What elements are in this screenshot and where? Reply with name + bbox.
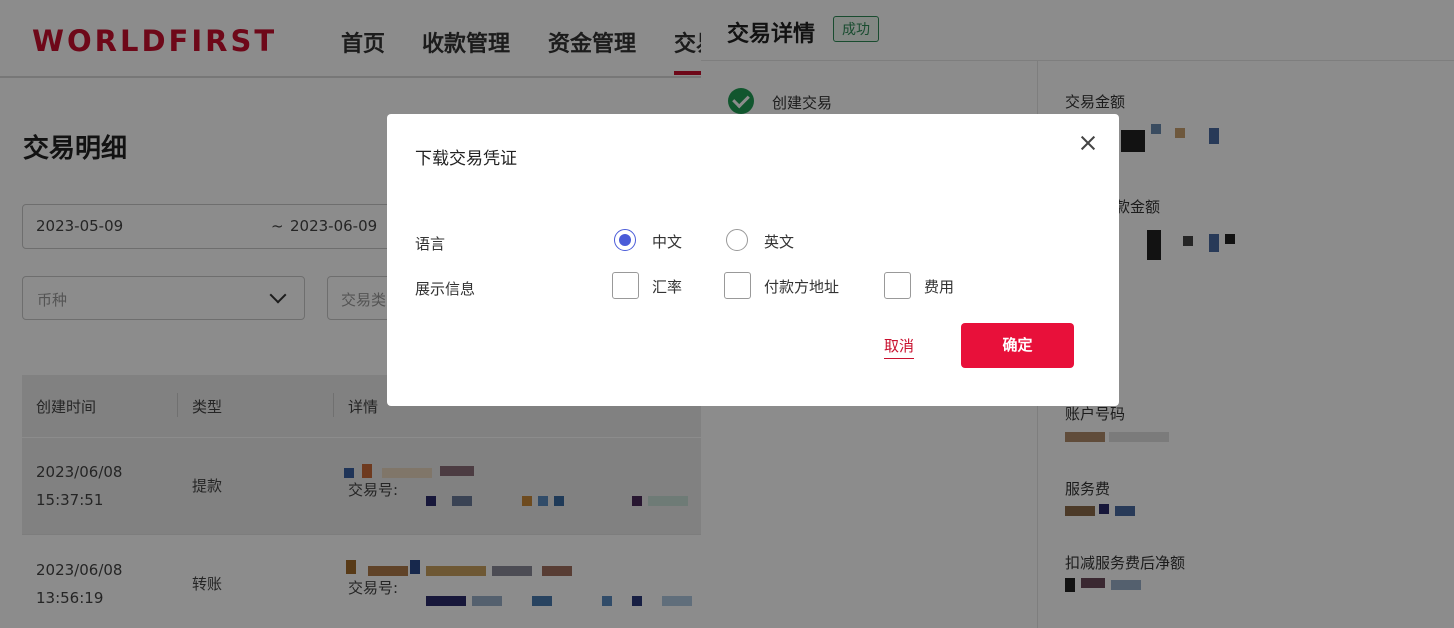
checkbox-exchange-rate[interactable]	[612, 272, 639, 299]
confirm-button[interactable]: 确定	[961, 323, 1074, 368]
checkbox-exchange-rate-label[interactable]: 汇率	[652, 276, 682, 297]
radio-chinese-label[interactable]: 中文	[652, 231, 682, 252]
language-label: 语言	[415, 235, 446, 253]
checkbox-fee-label[interactable]: 费用	[924, 276, 954, 297]
checkbox-payer-address-label[interactable]: 付款方地址	[764, 276, 839, 297]
radio-english[interactable]	[726, 229, 748, 251]
display-info-label: 展示信息	[415, 280, 476, 298]
close-icon[interactable]	[1077, 132, 1099, 154]
checkbox-fee[interactable]	[884, 272, 911, 299]
download-receipt-modal: 下载交易凭证 语言 中文 英文 展示信息 汇率 付款方地址 费用 取消 确定	[387, 114, 1119, 406]
cancel-button[interactable]: 取消	[884, 335, 915, 359]
radio-english-label[interactable]: 英文	[764, 231, 794, 252]
modal-title: 下载交易凭证	[415, 149, 517, 169]
radio-chinese[interactable]	[614, 229, 636, 251]
checkbox-payer-address[interactable]	[724, 272, 751, 299]
